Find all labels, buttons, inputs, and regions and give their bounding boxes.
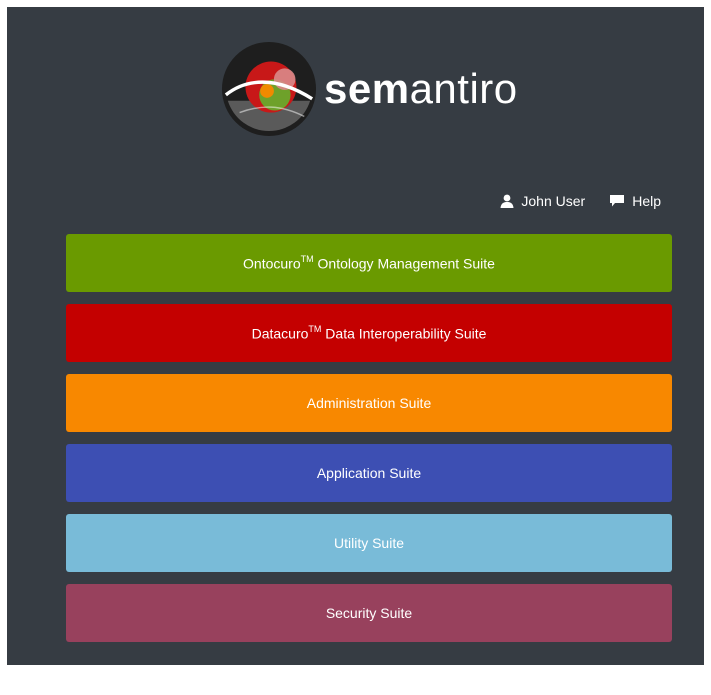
user-icon [500,194,514,208]
suite-label: DatacuroTM Data Interoperability Suite [251,323,487,342]
brand-wordmark: semantiro [324,65,518,112]
semantiro-logo-icon [221,41,317,137]
user-name: John User [521,193,586,209]
suite-label: Application Suite [316,465,422,481]
help-label: Help [632,193,661,209]
help-link[interactable]: Help [609,193,661,209]
user-toolbar: John User Help [500,193,661,209]
suite-button-ontocuro[interactable]: OntocuroTM Ontology Management Suite [66,234,672,292]
user-menu[interactable]: John User [500,193,585,209]
app-panel: semantiro John User Help OntocuroTM Onto… [7,7,704,665]
suite-label: Administration Suite [306,395,432,411]
suite-button-datacuro[interactable]: DatacuroTM Data Interoperability Suite [66,304,672,362]
suite-label: Security Suite [325,605,413,621]
suite-list: OntocuroTM Ontology Management Suite Dat… [66,234,672,654]
suite-button-application[interactable]: Application Suite [66,444,672,502]
speech-bubble-icon [610,195,625,207]
suite-button-utility[interactable]: Utility Suite [66,514,672,572]
suite-button-security[interactable]: Security Suite [66,584,672,642]
suite-button-administration[interactable]: Administration Suite [66,374,672,432]
semantiro-logo[interactable]: semantiro [220,40,518,138]
suite-label: OntocuroTM Ontology Management Suite [243,253,495,272]
suite-label: Utility Suite [333,535,405,551]
